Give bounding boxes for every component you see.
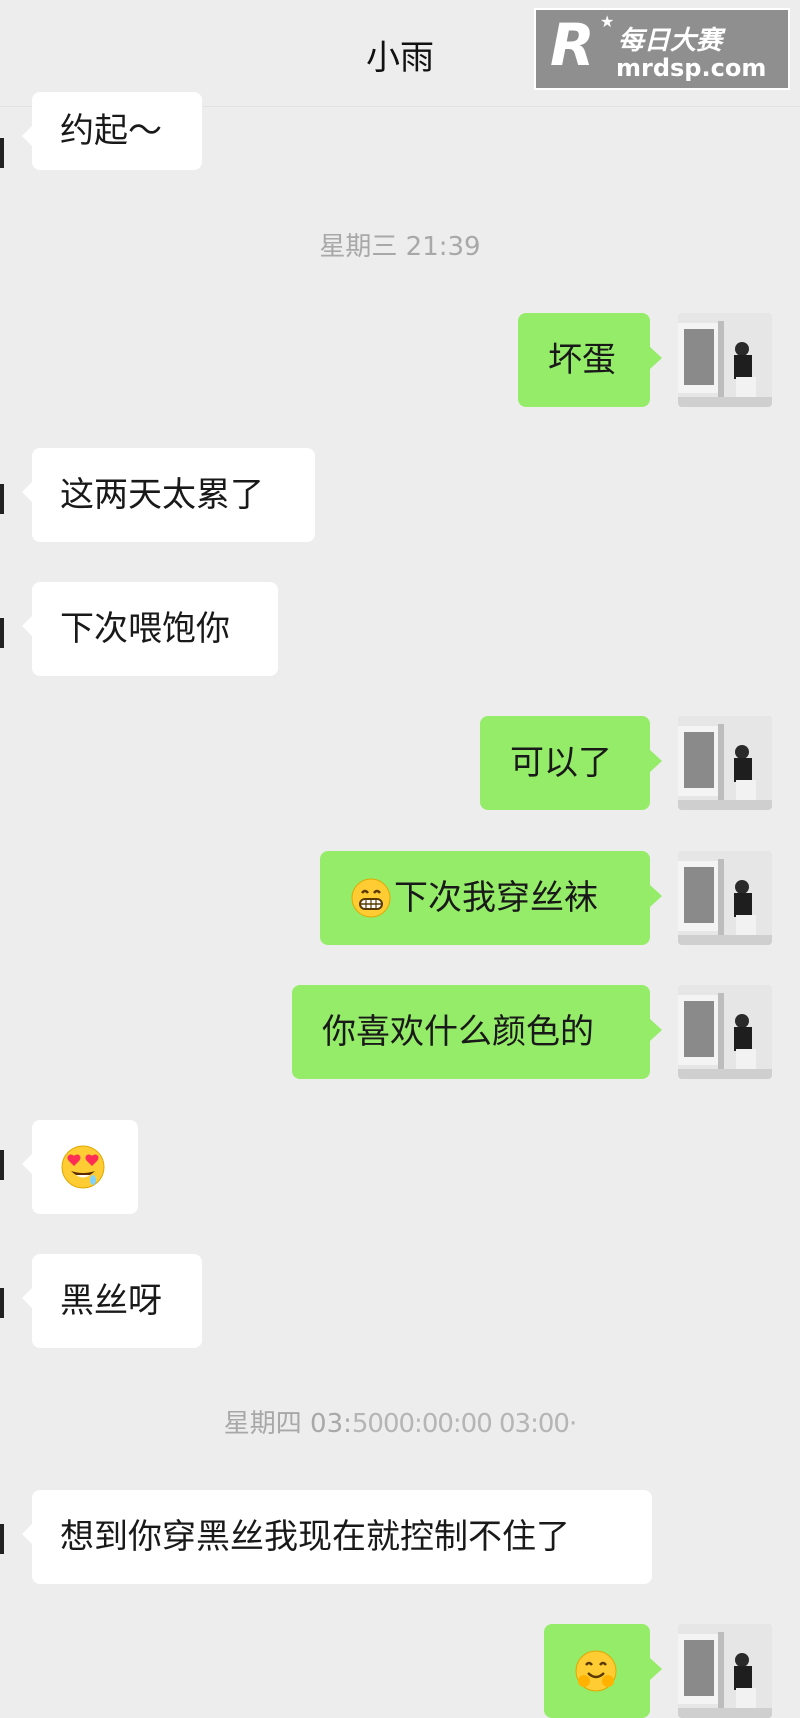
- contact-avatar-edge[interactable]: [0, 618, 4, 648]
- watermark-name: 每日大赛: [618, 26, 723, 56]
- timestamp-garbled: 5000:00:00 03:00·: [351, 1409, 577, 1439]
- avatar-photo-icon: [678, 716, 772, 810]
- contact-avatar-edge[interactable]: [0, 138, 4, 168]
- message-text: 想到你穿黑丝我现在就控制不住了: [60, 1517, 570, 1557]
- message-bubble-incoming[interactable]: 约起～: [22, 92, 202, 170]
- my-avatar[interactable]: [678, 985, 772, 1079]
- my-avatar[interactable]: [678, 1624, 772, 1718]
- message-bubble-incoming[interactable]: 下次喂饱你: [22, 582, 278, 676]
- message-text: 下次我穿丝袜: [394, 878, 598, 918]
- message-text: 下次喂饱你: [60, 609, 230, 649]
- contact-avatar-edge[interactable]: [0, 484, 4, 514]
- avatar-photo-icon: [678, 313, 772, 407]
- message-text: 可以了: [510, 743, 612, 783]
- message-bubble-incoming[interactable]: 这两天太累了: [22, 448, 315, 542]
- watermark-url: mrdsp.com: [616, 54, 767, 82]
- message-bubble-outgoing[interactable]: [544, 1624, 662, 1718]
- heart-eyes-drooling-face-icon: [60, 1144, 106, 1190]
- message-bubble-outgoing[interactable]: 坏蛋: [518, 313, 662, 407]
- my-avatar[interactable]: [678, 313, 772, 407]
- message-text: 约起～: [60, 111, 162, 151]
- contact-avatar-edge[interactable]: [0, 1288, 4, 1318]
- message-bubble-outgoing[interactable]: 可以了: [480, 716, 662, 810]
- message-text: 你喜欢什么颜色的: [322, 1012, 594, 1052]
- message-bubble-outgoing[interactable]: 你喜欢什么颜色的: [292, 985, 662, 1079]
- message-text: 这两天太累了: [60, 475, 264, 515]
- timestamp: 星期三 21:39: [319, 232, 481, 262]
- my-avatar[interactable]: [678, 851, 772, 945]
- message-bubble-incoming[interactable]: [22, 1120, 138, 1214]
- avatar-photo-icon: [678, 985, 772, 1079]
- watermark-logo: R ★ 每日大赛 mrdsp.com: [534, 8, 790, 90]
- avatar-photo-icon: [678, 851, 772, 945]
- message-bubble-incoming[interactable]: 黑丝呀: [22, 1254, 202, 1348]
- message-bubble-incoming[interactable]: 想到你穿黑丝我现在就控制不住了: [22, 1490, 652, 1584]
- hugging-face-icon: [574, 1649, 618, 1693]
- message-bubble-outgoing[interactable]: 下次我穿丝袜: [320, 851, 662, 945]
- contact-avatar-edge[interactable]: [0, 1524, 4, 1554]
- message-text: 坏蛋: [548, 340, 616, 380]
- timestamp-text: 星期四 03:: [223, 1409, 352, 1439]
- star-icon: ★: [600, 12, 615, 31]
- message-text: 黑丝呀: [60, 1281, 162, 1321]
- contact-avatar-edge[interactable]: [0, 1150, 4, 1180]
- my-avatar[interactable]: [678, 716, 772, 810]
- avatar-photo-icon: [678, 1624, 772, 1718]
- watermark-letter: R: [550, 11, 595, 79]
- grinning-face-icon: [350, 877, 392, 919]
- timestamp: 星期四 03:5000:00:00 03:00·: [0, 1403, 800, 1440]
